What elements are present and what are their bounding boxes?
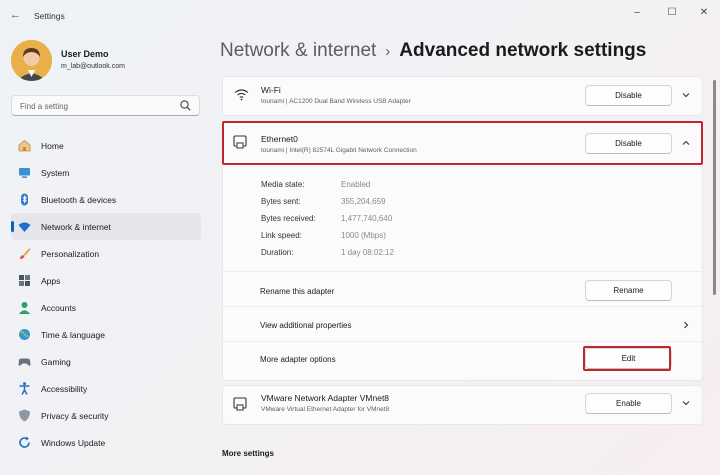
disable-ethernet-button[interactable]: Disable [585, 133, 672, 154]
chevron-down-icon[interactable] [681, 90, 691, 100]
back-button[interactable]: ← [10, 9, 21, 21]
shield-icon [19, 409, 30, 422]
brush-icon [20, 248, 31, 259]
more-adapter-options-label: More adapter options [260, 355, 336, 364]
search-input[interactable] [12, 97, 172, 116]
sidebar-item-label: Personalization [41, 249, 100, 259]
bytes-received-label: Bytes received: [261, 214, 316, 223]
view-additional-properties-row[interactable]: View additional properties [260, 321, 351, 330]
sidebar-item-time-language[interactable]: Time & language [11, 321, 201, 348]
breadcrumb-separator: › [385, 43, 391, 60]
globe-icon [19, 329, 30, 340]
duration-label: Duration: [261, 248, 294, 257]
bluetooth-icon [21, 193, 28, 206]
sidebar-item-label: Apps [41, 276, 61, 286]
divider [222, 341, 703, 342]
search-box[interactable] [11, 95, 200, 116]
sidebar-item-network[interactable]: Network & internet [11, 213, 201, 240]
sidebar-item-personalization[interactable]: Personalization [11, 240, 201, 267]
breadcrumb: Network & internet › Advanced network sett… [220, 40, 646, 62]
sidebar-item-privacy-security[interactable]: Privacy & security [11, 402, 201, 429]
more-settings-heading: More settings [222, 449, 275, 458]
wifi-icon [234, 89, 249, 101]
sidebar-item-label: System [41, 168, 70, 178]
sidebar-item-label: Accounts [41, 303, 76, 313]
adapter-name: VMware Network Adapter VMnet8 [261, 393, 390, 403]
scrollbar[interactable] [713, 80, 716, 295]
breadcrumb-parent-link[interactable]: Network & internet [220, 40, 376, 61]
sidebar-item-accessibility[interactable]: Accessibility [11, 375, 201, 402]
sidebar-item-label: Accessibility [41, 384, 88, 394]
search-icon[interactable] [179, 99, 192, 112]
divider [222, 271, 703, 272]
sidebar-item-label: Network & internet [41, 222, 111, 232]
sidebar-item-label: Bluetooth & devices [41, 195, 117, 205]
enable-vmware-button[interactable]: Enable [585, 393, 672, 414]
sidebar-item-label: Gaming [41, 357, 71, 367]
close-button[interactable]: ✕ [689, 5, 719, 21]
gaming-icon [18, 358, 31, 366]
media-state-label: Media state: [261, 180, 305, 189]
sidebar-item-system[interactable]: System [11, 159, 201, 186]
chevron-right-icon[interactable] [681, 320, 691, 330]
link-speed-label: Link speed: [261, 231, 302, 240]
ethernet-icon [233, 397, 247, 411]
user-email: m_lab@outlook.com [61, 63, 125, 70]
adapter-description: VMware Virtual Ethernet Adapter for VMne… [261, 406, 390, 413]
maximize-button[interactable]: ☐ [657, 5, 687, 21]
sidebar-item-accounts[interactable]: Accounts [11, 294, 201, 321]
duration-value: 1 day 08:02:12 [341, 248, 394, 257]
apps-icon [19, 275, 30, 286]
sidebar-item-windows-update[interactable]: Windows Update [11, 429, 201, 456]
bytes-sent-label: Bytes sent: [261, 197, 301, 206]
sidebar-nav: Home System Bluetooth & devices Network … [11, 132, 201, 456]
page-title: Advanced network settings [399, 40, 647, 61]
sidebar-item-label: Home [41, 141, 64, 151]
sidebar-item-gaming[interactable]: Gaming [11, 348, 201, 375]
chevron-down-icon[interactable] [681, 398, 691, 408]
media-state-value: Enabled [341, 180, 371, 189]
adapter-name: Wi-Fi [261, 85, 281, 95]
accessibility-icon [19, 382, 30, 395]
sidebar-item-label: Privacy & security [41, 411, 109, 421]
bytes-sent-value: 355,204,659 [341, 197, 386, 206]
app-title: Settings [34, 11, 65, 21]
ethernet-icon [233, 135, 247, 149]
sidebar-item-label: Windows Update [41, 438, 106, 448]
edit-highlight [583, 346, 671, 371]
title-bar: ← Settings – ☐ ✕ [0, 0, 720, 30]
avatar[interactable] [11, 40, 52, 81]
system-icon [19, 168, 30, 178]
home-icon [18, 139, 31, 152]
bytes-received-value: 1,477,740,640 [341, 214, 393, 223]
adapter-description: tounami | AC1200 Dual Band Wireless USB … [261, 98, 411, 105]
disable-wifi-button[interactable]: Disable [585, 85, 672, 106]
adapter-description: tounami | Intel(R) 82574L Gigabit Networ… [261, 147, 417, 154]
sidebar-item-label: Time & language [41, 330, 105, 340]
update-icon [19, 436, 30, 448]
wifi-icon [18, 222, 31, 232]
adapter-name: Ethernet0 [261, 134, 298, 144]
divider [222, 306, 703, 307]
accounts-icon [19, 302, 30, 314]
sidebar-item-home[interactable]: Home [11, 132, 201, 159]
link-speed-value: 1000 (Mbps) [341, 231, 386, 240]
user-name: User Demo [61, 49, 109, 59]
sidebar-item-bluetooth[interactable]: Bluetooth & devices [11, 186, 201, 213]
rename-adapter-label: Rename this adapter [260, 287, 335, 296]
rename-button[interactable]: Rename [585, 280, 672, 301]
user-avatar-icon [11, 40, 52, 81]
chevron-up-icon[interactable] [681, 138, 691, 148]
divider [222, 166, 703, 167]
sidebar-item-apps[interactable]: Apps [11, 267, 201, 294]
minimize-button[interactable]: – [622, 5, 652, 21]
